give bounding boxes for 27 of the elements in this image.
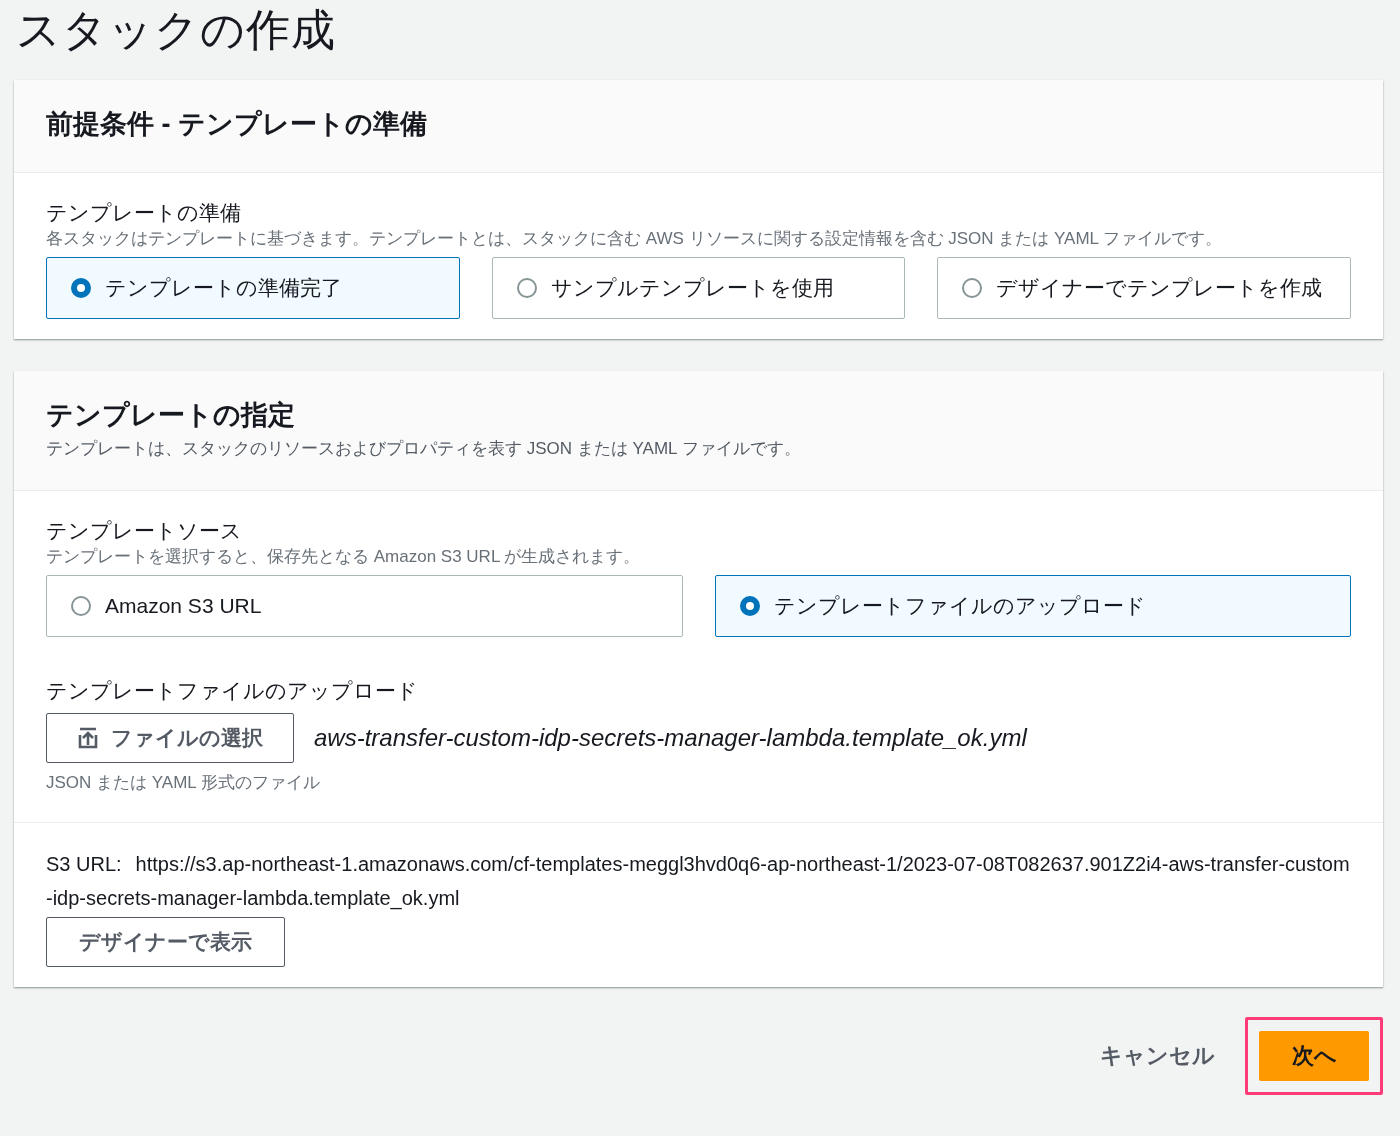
field-hint: JSON または YAML 形式のファイル [46, 772, 321, 794]
radio-button[interactable] [71, 278, 91, 298]
radio-button[interactable] [962, 278, 983, 298]
view-in-designer-button[interactable]: デザイナーで表示 [46, 917, 285, 967]
field-label: テンプレートファイルのアップロード [46, 678, 419, 704]
radio-option[interactable]: デザイナーでテンプレートを作成 [937, 257, 1351, 319]
choose-file-button[interactable]: ファイルの選択 [46, 713, 294, 763]
page-title: スタックの作成 [15, 4, 337, 56]
section-description: テンプレートは、スタックのリソースおよびプロパティを表す JSON または YAML ファイルです。 [46, 438, 802, 460]
next-button[interactable]: 次へ [1259, 1031, 1369, 1081]
cancel-button[interactable]: キャンセル [1100, 1041, 1215, 1071]
field-description: 各スタックはテンプレートに基づきます。テンプレートとは、スタックに含む AWS リソースに関する設定情報を含む JSON または YAML ファイルです。 [46, 228, 1224, 250]
radio-button[interactable] [71, 596, 91, 616]
file-name: aws-transfer-custom-idp-secrets-manager-lambda.template_ok.yml [314, 724, 1027, 752]
radio-option[interactable]: Amazon S3 URL [46, 575, 683, 637]
s3-url-text: S3 URL: https://s3.ap-northeast-1.amazonaws.com/cf-templates-meggl3hvd0q6-ap-northeast-1/2023-07-08T082637.901Z2i4-aws-transfer-custom-idp-secrets-manager-lambda.template_ok.yml [46, 852, 1351, 912]
radio-option[interactable]: サンプルテンプレートを使用 [491, 257, 906, 319]
upload-icon [77, 727, 99, 749]
field-label: テンプレートの準備 [46, 200, 242, 226]
section-heading: テンプレートの指定 [46, 399, 296, 432]
radio-option[interactable]: テンプレートの準備完了 [46, 257, 460, 319]
section-heading: 前提条件 - テンプレートの準備 [46, 108, 428, 141]
radio-button[interactable] [739, 596, 760, 616]
radio-option[interactable]: テンプレートファイルのアップロード [714, 575, 1351, 637]
field-label: テンプレートソース [46, 518, 243, 544]
field-description: テンプレートを選択すると、保存先となる Amazon S3 URL が生成されます。 [46, 546, 642, 568]
radio-button[interactable] [516, 278, 537, 298]
